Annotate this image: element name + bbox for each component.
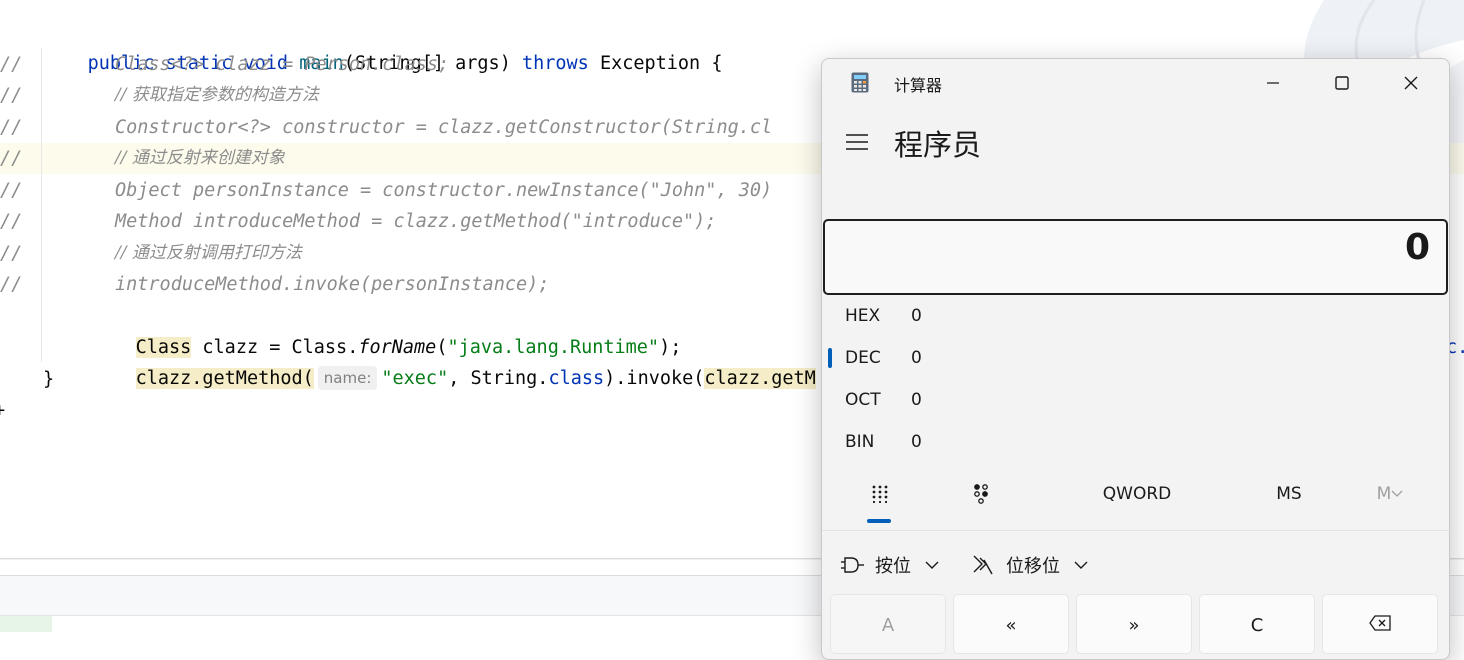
code-text: Exception { [599, 53, 723, 74]
keyword: throws [521, 53, 589, 74]
maximize-button[interactable] [1309, 63, 1375, 103]
key-backspace[interactable] [1322, 594, 1438, 654]
code-line-forname[interactable]: Class clazz = Class.forName("java.lang.R… [91, 301, 681, 358]
status-indicator [0, 616, 52, 632]
line-comment-marker: // [0, 148, 23, 169]
closing-brace: } [43, 369, 55, 390]
radix-label: OCT [845, 390, 881, 410]
bit-shift-icon [973, 555, 993, 575]
close-icon [1404, 76, 1418, 90]
radix-row-dec[interactable]: DEC 0 [822, 338, 1449, 378]
key-clear[interactable]: C [1199, 594, 1315, 654]
line-comment-marker: // [0, 54, 23, 75]
bitwise-dropdown-row: 按位 位移位 [822, 545, 1449, 585]
divider [822, 530, 1449, 531]
window-title: 计算器 [894, 76, 943, 95]
hamburger-menu-icon[interactable] [846, 133, 868, 151]
line-comment-marker: // [0, 243, 23, 264]
bit-toggle-icon [974, 484, 988, 504]
memory-menu-label: M [1376, 484, 1392, 504]
logic-gate-icon [841, 557, 864, 573]
radix-value: 0 [911, 348, 922, 368]
key-right-shift[interactable]: » [1076, 594, 1192, 654]
selected-indicator [828, 348, 832, 368]
radix-row-bin[interactable]: BIN 0 [822, 422, 1449, 462]
line-comment-marker: // [0, 180, 23, 201]
closing-brace-partial: + [0, 395, 5, 426]
bitwise-dropdown[interactable]: 按位 [841, 545, 939, 585]
minimize-icon [1267, 82, 1279, 84]
radix-row-oct[interactable]: OCT 0 [822, 380, 1449, 420]
radix-value: 0 [911, 390, 922, 410]
usage-highlight: clazz.getMethod( [135, 368, 314, 389]
line-comment-marker: // [0, 85, 23, 106]
code-line-main-signature[interactable]: public static void main(String[] args) t… [43, 17, 723, 74]
radix-value: 0 [911, 432, 922, 452]
display-value: 0 [1404, 227, 1430, 268]
bitwise-label: 按位 [875, 556, 911, 577]
bitshift-dropdown[interactable]: 位移位 [972, 545, 1088, 585]
commented-code-line[interactable]: Constructor<?> constructor = clazz.getCo… [115, 112, 772, 143]
commented-code-line[interactable]: Method introduceMethod = clazz.getMethod… [115, 206, 716, 237]
close-button[interactable] [1378, 63, 1444, 103]
calculator-icon [851, 72, 869, 93]
chevron-down-icon [1074, 561, 1088, 569]
commented-code-line[interactable]: // 获取指定参数的构造方法 [115, 80, 319, 111]
radix-label: HEX [845, 306, 881, 326]
line-comment-marker: // [0, 117, 23, 138]
commented-code-line[interactable]: Object personInstance = constructor.newI… [115, 175, 772, 206]
code-text: ).invoke( [604, 368, 705, 389]
commented-code-line[interactable]: // 通过反射调用打印方法 [115, 238, 302, 269]
calculator-window[interactable]: 计算器 程序员 0 HEX 0 DEC 0 OCT 0 BIN 0 QWORD … [821, 58, 1450, 660]
indent-guide [41, 48, 42, 362]
usage-highlight: clazz.getM [704, 368, 816, 389]
key-a[interactable]: A [830, 594, 946, 654]
chevron-down-icon [1391, 490, 1403, 497]
string-literal: "exec" [381, 368, 449, 389]
active-tab-indicator [867, 519, 891, 523]
radix-value: 0 [911, 306, 922, 326]
radix-row-hex[interactable]: HEX 0 [822, 296, 1449, 336]
commented-code-line[interactable]: Class<?> clazz = Person.class; [115, 49, 449, 80]
bit-toggle-keypad-tab[interactable] [962, 474, 1002, 514]
maximize-icon [1335, 76, 1349, 90]
minimize-button[interactable] [1240, 63, 1306, 103]
result-display[interactable]: 0 [823, 219, 1448, 295]
word-size-button[interactable]: QWORD [1092, 474, 1182, 514]
title-bar[interactable]: 计算器 [822, 59, 1449, 105]
parameter-name-hint: name: [317, 366, 378, 390]
bitshift-label: 位移位 [1006, 556, 1060, 577]
radix-label: BIN [845, 432, 875, 452]
code-line-invoke[interactable]: clazz.getMethod(name: "exec", String.clas… [91, 332, 816, 390]
full-keypad-tab[interactable] [860, 474, 900, 514]
memory-menu-button[interactable]: M [1370, 474, 1410, 514]
keypad-icon [872, 485, 888, 503]
chevron-down-icon [925, 561, 939, 569]
code-text: , String. [448, 368, 549, 389]
commented-code-line[interactable]: // 通过反射来创建对象 [115, 143, 285, 174]
keyword: class [548, 368, 605, 389]
commented-code-line[interactable]: introduceMethod.invoke(personInstance); [115, 269, 549, 300]
line-comment-marker: // [0, 211, 23, 232]
key-left-shift[interactable]: « [953, 594, 1069, 654]
line-comment-marker: // [0, 274, 23, 295]
mode-title: 程序员 [894, 128, 982, 162]
calculator-toolbar: QWORD MS M [822, 474, 1449, 524]
radix-label: DEC [845, 348, 881, 368]
backspace-icon [1369, 615, 1391, 631]
memory-store-button[interactable]: MS [1264, 474, 1314, 514]
